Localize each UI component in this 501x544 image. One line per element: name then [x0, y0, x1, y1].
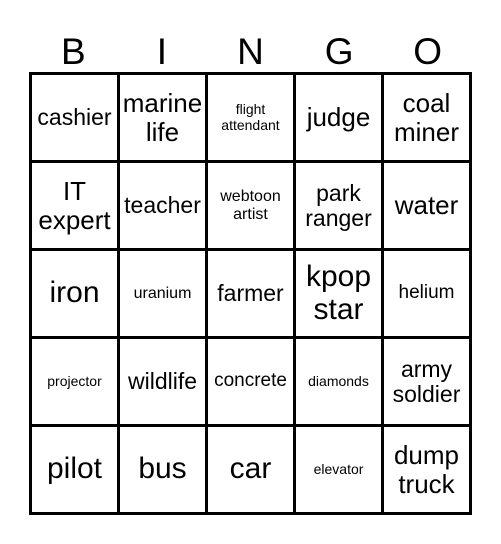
bingo-cell[interactable]: marine life: [120, 75, 208, 163]
bingo-cell[interactable]: coal miner: [384, 75, 472, 163]
bingo-row: projector wildlife concrete diamonds army so…: [32, 339, 472, 427]
bingo-cell-label: helium: [398, 282, 455, 304]
bingo-header-letter-b: B: [60, 31, 86, 72]
bingo-cell[interactable]: cashier: [32, 75, 120, 163]
bingo-cell[interactable]: kpop star: [296, 251, 384, 339]
bingo-cell[interactable]: farmer: [208, 251, 296, 339]
bingo-cell-label: iron: [49, 276, 100, 310]
bingo-cell-label: IT expert: [38, 176, 111, 235]
bingo-header-letter-n: N: [237, 31, 264, 72]
bingo-cell-label: wildlife: [127, 368, 198, 395]
bingo-cell[interactable]: teacher: [120, 163, 208, 251]
bingo-row: cashier marine life flight attendant judge c…: [32, 75, 472, 163]
bingo-cell-label: farmer: [217, 280, 284, 307]
bingo-cell[interactable]: bus: [120, 427, 208, 515]
bingo-row: IT expert teacher webtoon artist park range…: [32, 163, 472, 251]
bingo-cell[interactable]: iron: [32, 251, 120, 339]
bingo-header-letter-o: O: [413, 31, 443, 72]
bingo-cell[interactable]: wildlife: [120, 339, 208, 427]
bingo-cell-label: teacher: [124, 192, 201, 219]
bingo-header-letter-g: G: [324, 31, 354, 72]
bingo-cell[interactable]: webtoon artist: [208, 163, 296, 251]
bingo-cell[interactable]: elevator: [296, 427, 384, 515]
bingo-cell[interactable]: concrete: [208, 339, 296, 427]
bingo-cell-label: cashier: [37, 104, 112, 131]
bingo-row: pilot bus car elevator dump truck: [32, 427, 472, 515]
bingo-card: B I N G O cashier marine life flight atten…: [0, 0, 501, 544]
bingo-cell-label: marine life: [122, 88, 203, 147]
bingo-cell[interactable]: helium: [384, 251, 472, 339]
bingo-header-letter-i: I: [156, 31, 168, 72]
bingo-row: iron uranium farmer kpop star helium: [32, 251, 472, 339]
bingo-cell[interactable]: flight attendant: [208, 75, 296, 163]
bingo-cell-label: coal miner: [393, 88, 459, 147]
bingo-cell-label: army soldier: [392, 355, 461, 407]
bingo-cell[interactable]: uranium: [120, 251, 208, 339]
bingo-cell-label: diamonds: [308, 372, 369, 389]
bingo-cell-label: bus: [138, 452, 187, 486]
bingo-cell[interactable]: pilot: [32, 427, 120, 515]
bingo-cell-label: car: [229, 452, 272, 486]
bingo-cell-label: uranium: [133, 284, 192, 302]
bingo-cell[interactable]: water: [384, 163, 472, 251]
bingo-grid: cashier marine life flight attendant judge c…: [29, 72, 472, 515]
bingo-cell[interactable]: diamonds: [296, 339, 384, 427]
bingo-cell[interactable]: IT expert: [32, 163, 120, 251]
bingo-cell-label: projector: [47, 372, 102, 389]
bingo-cell-label: dump truck: [393, 440, 460, 499]
bingo-cell-label: park ranger: [305, 179, 372, 231]
bingo-cell-label: pilot: [46, 452, 103, 486]
bingo-cell[interactable]: dump truck: [384, 427, 472, 515]
bingo-cell[interactable]: park ranger: [296, 163, 384, 251]
bingo-cell[interactable]: army soldier: [384, 339, 472, 427]
bingo-cell-label: concrete: [214, 370, 287, 392]
bingo-cell-label: judge: [306, 102, 371, 133]
bingo-cell[interactable]: projector: [32, 339, 120, 427]
bingo-cell-label: flight attendant: [221, 101, 280, 133]
bingo-cell[interactable]: judge: [296, 75, 384, 163]
bingo-cell[interactable]: car: [208, 427, 296, 515]
bingo-cell-label: kpop star: [305, 260, 372, 326]
bingo-cell-label: webtoon artist: [220, 188, 281, 223]
bingo-cell-label: water: [394, 190, 459, 221]
bingo-cell-label: elevator: [313, 460, 364, 477]
bingo-header-row: B I N G O: [29, 18, 472, 72]
